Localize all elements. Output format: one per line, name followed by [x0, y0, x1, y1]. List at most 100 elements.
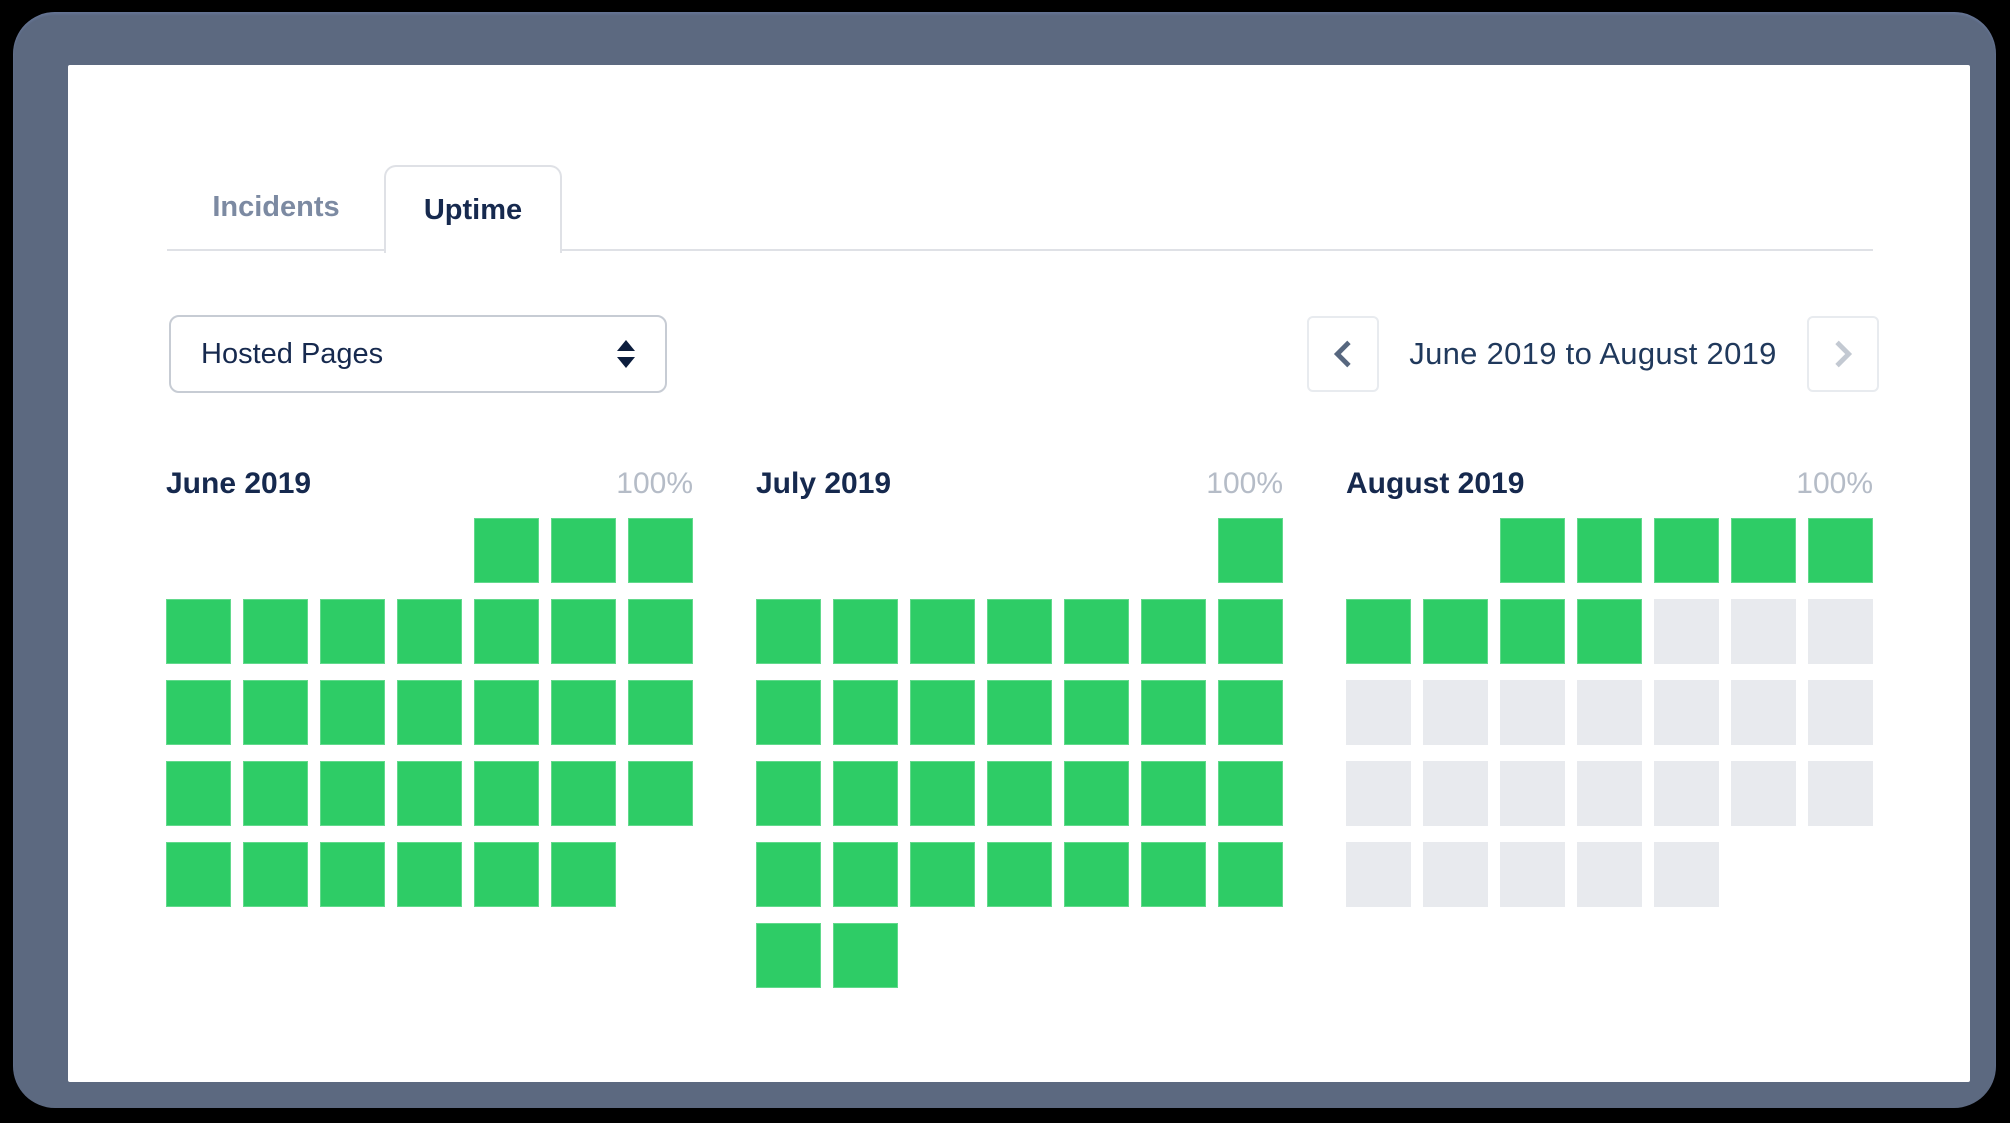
day-cell-up[interactable] — [910, 842, 975, 907]
day-cell-up[interactable] — [397, 680, 462, 745]
day-cell-future[interactable] — [1500, 761, 1565, 826]
day-cell-up[interactable] — [474, 599, 539, 664]
day-cell-future[interactable] — [1423, 842, 1488, 907]
day-cell-up[interactable] — [1500, 518, 1565, 583]
day-cell-future[interactable] — [1577, 842, 1642, 907]
day-cell-up[interactable] — [628, 680, 693, 745]
day-cell-up[interactable] — [166, 680, 231, 745]
day-cell-up[interactable] — [397, 842, 462, 907]
day-cell-up[interactable] — [910, 680, 975, 745]
day-cell-up[interactable] — [1500, 599, 1565, 664]
day-cell-future[interactable] — [1346, 680, 1411, 745]
day-cell-future[interactable] — [1654, 680, 1719, 745]
day-cell-future[interactable] — [1423, 761, 1488, 826]
day-cell-up[interactable] — [833, 599, 898, 664]
day-cell-up[interactable] — [833, 761, 898, 826]
day-cell-future[interactable] — [1346, 761, 1411, 826]
day-cell-up[interactable] — [243, 842, 308, 907]
day-cell-future[interactable] — [1500, 680, 1565, 745]
day-cell-up[interactable] — [628, 761, 693, 826]
day-cell-up[interactable] — [320, 599, 385, 664]
day-cell-up[interactable] — [1218, 518, 1283, 583]
month-title: June 2019 — [166, 467, 312, 500]
day-cell-up[interactable] — [1141, 680, 1206, 745]
day-cell-up[interactable] — [756, 599, 821, 664]
day-cell-future[interactable] — [1577, 761, 1642, 826]
day-cell-up[interactable] — [166, 761, 231, 826]
day-cell-future[interactable] — [1654, 761, 1719, 826]
day-cell-up[interactable] — [1808, 518, 1873, 583]
day-cell-up[interactable] — [397, 761, 462, 826]
day-cell-up[interactable] — [551, 680, 616, 745]
tab-uptime[interactable]: Uptime — [384, 165, 562, 253]
day-cell-up[interactable] — [628, 518, 693, 583]
day-cell-up[interactable] — [474, 842, 539, 907]
day-cell-up[interactable] — [320, 761, 385, 826]
day-cell-up[interactable] — [474, 761, 539, 826]
day-cell-future[interactable] — [1346, 842, 1411, 907]
day-cell-up[interactable] — [1064, 680, 1129, 745]
day-cell-up[interactable] — [987, 761, 1052, 826]
day-cell-future[interactable] — [1731, 680, 1796, 745]
day-cell-up[interactable] — [474, 680, 539, 745]
day-cell-up[interactable] — [628, 599, 693, 664]
day-cell-up[interactable] — [987, 680, 1052, 745]
day-cell-future[interactable] — [1577, 680, 1642, 745]
hosted-pages-select[interactable]: Hosted Pages — [169, 315, 667, 393]
day-cell-up[interactable] — [1577, 518, 1642, 583]
day-cell-up[interactable] — [833, 680, 898, 745]
day-cell-up[interactable] — [1218, 599, 1283, 664]
day-cell-up[interactable] — [1731, 518, 1796, 583]
day-cell-future[interactable] — [1731, 761, 1796, 826]
day-cell-up[interactable] — [1218, 761, 1283, 826]
day-cell-up[interactable] — [551, 842, 616, 907]
day-cell-future[interactable] — [1808, 761, 1873, 826]
day-cell-up[interactable] — [1346, 599, 1411, 664]
day-cell-up[interactable] — [910, 599, 975, 664]
date-range-nav: June 2019 to August 2019 — [1307, 315, 1879, 393]
day-cell-future[interactable] — [1808, 599, 1873, 664]
day-cell-future[interactable] — [1808, 680, 1873, 745]
day-cell-future[interactable] — [1731, 599, 1796, 664]
day-cell-up[interactable] — [756, 680, 821, 745]
day-cell-up[interactable] — [1141, 761, 1206, 826]
day-cell-future[interactable] — [1654, 599, 1719, 664]
day-cell-future[interactable] — [1423, 680, 1488, 745]
day-cell-up[interactable] — [320, 680, 385, 745]
day-cell-up[interactable] — [397, 599, 462, 664]
day-cell-up[interactable] — [1141, 842, 1206, 907]
day-cell-up[interactable] — [551, 518, 616, 583]
day-cell-up[interactable] — [166, 842, 231, 907]
day-cell-up[interactable] — [166, 599, 231, 664]
day-cell-up[interactable] — [1218, 842, 1283, 907]
day-cell-up[interactable] — [243, 599, 308, 664]
day-cell-up[interactable] — [833, 842, 898, 907]
tab-incidents[interactable]: Incidents — [167, 165, 385, 249]
day-cell-up[interactable] — [1064, 761, 1129, 826]
day-cell-up[interactable] — [551, 599, 616, 664]
day-cell-up[interactable] — [833, 923, 898, 988]
day-cell-up[interactable] — [1423, 599, 1488, 664]
day-cell-up[interactable] — [1577, 599, 1642, 664]
day-cell-up[interactable] — [243, 761, 308, 826]
day-cell-future[interactable] — [1654, 842, 1719, 907]
day-cell-future[interactable] — [1500, 842, 1565, 907]
next-range-button[interactable] — [1807, 316, 1879, 392]
day-cell-up[interactable] — [1218, 680, 1283, 745]
day-cell-up[interactable] — [1064, 599, 1129, 664]
day-cell-up[interactable] — [1654, 518, 1719, 583]
day-cell-up[interactable] — [1141, 599, 1206, 664]
day-cell-up[interactable] — [987, 842, 1052, 907]
day-cell-up[interactable] — [756, 761, 821, 826]
day-cell-up[interactable] — [756, 923, 821, 988]
day-cell-up[interactable] — [756, 842, 821, 907]
day-cell-up[interactable] — [243, 680, 308, 745]
prev-range-button[interactable] — [1307, 316, 1379, 392]
day-cell-up[interactable] — [1064, 842, 1129, 907]
day-cell-up[interactable] — [551, 761, 616, 826]
day-cell-up[interactable] — [910, 761, 975, 826]
day-cell-up[interactable] — [474, 518, 539, 583]
day-cell-up[interactable] — [320, 842, 385, 907]
month-title: July 2019 — [756, 467, 892, 500]
day-cell-up[interactable] — [987, 599, 1052, 664]
